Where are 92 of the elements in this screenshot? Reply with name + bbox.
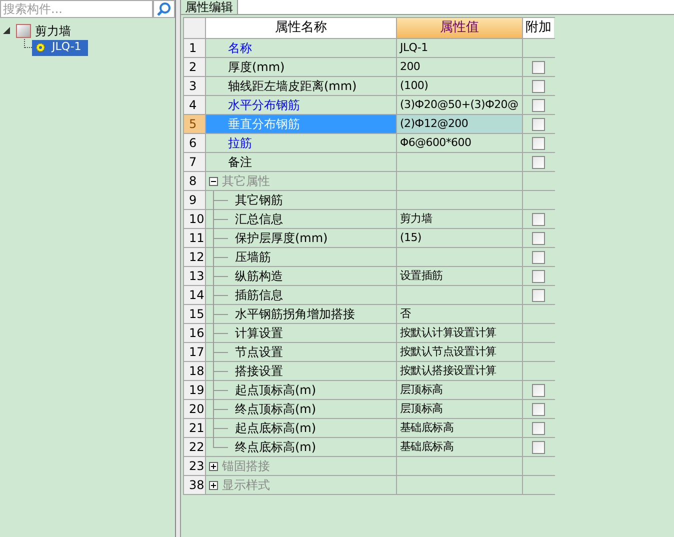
- checkbox[interactable]: [532, 440, 545, 454]
- property-value[interactable]: Φ6@600*600: [400, 134, 472, 152]
- row-number: 12: [184, 248, 206, 266]
- expand-icon[interactable]: [209, 480, 218, 490]
- row-number: 4: [184, 96, 206, 114]
- property-name: 汇总信息: [235, 211, 283, 228]
- property-name: 水平分布钢筋: [228, 97, 300, 114]
- row-number: 17: [184, 343, 206, 361]
- property-value[interactable]: (3)Ф20@50+(3)Ф20@: [400, 96, 518, 114]
- search-icon[interactable]: [153, 0, 175, 18]
- expand-icon[interactable]: [209, 462, 218, 470]
- property-name: 备注: [228, 154, 252, 171]
- checkbox[interactable]: [532, 156, 545, 168]
- row-number: 3: [184, 77, 206, 95]
- property-value[interactable]: 基础底标高: [400, 420, 454, 436]
- property-value[interactable]: 基础底标高: [400, 438, 454, 456]
- property-name: 锚固搭接: [222, 458, 270, 475]
- row-number: 13: [184, 267, 206, 285]
- property-value[interactable]: 否: [400, 306, 411, 322]
- row-number: 18: [184, 362, 206, 380]
- collapse-icon[interactable]: [209, 176, 218, 186]
- property-name: 搭接设置: [235, 363, 283, 380]
- property-name: 水平钢筋拐角增加搭接: [235, 306, 355, 323]
- column-header[interactable]: 附加: [523, 18, 554, 38]
- row-number: 19: [184, 381, 206, 399]
- property-name: 垂直分布钢筋: [228, 116, 300, 133]
- row-number: 6: [184, 134, 206, 152]
- row-number: 23: [184, 457, 206, 475]
- checkbox[interactable]: [532, 60, 545, 74]
- row-number: 10: [184, 210, 206, 228]
- row-number: 5: [184, 115, 206, 133]
- property-name: 保护层厚度(mm): [235, 230, 328, 247]
- property-value[interactable]: JLQ-1: [400, 40, 428, 56]
- property-name: 显示样式: [222, 477, 270, 494]
- row-number: 14: [184, 286, 206, 304]
- checkbox[interactable]: [532, 136, 545, 150]
- property-name: 其它属性: [222, 173, 270, 190]
- property-value[interactable]: 200: [400, 58, 420, 76]
- property-value[interactable]: 设置插筋: [400, 268, 443, 284]
- row-number: 7: [184, 153, 206, 171]
- property-name: 终点底标高(m): [235, 439, 316, 456]
- property-name: 纵筋构造: [235, 268, 283, 285]
- property-name: 计算设置: [235, 325, 283, 342]
- checkbox[interactable]: [532, 98, 545, 112]
- tree-item[interactable]: 剪力墙: [34, 22, 72, 40]
- checkbox[interactable]: [532, 212, 545, 226]
- property-name: 起点顶标高(m): [235, 382, 316, 399]
- checkbox[interactable]: [532, 384, 545, 396]
- row-number: 8: [184, 172, 206, 190]
- row-number: 22: [184, 438, 206, 456]
- checkbox[interactable]: [532, 288, 545, 302]
- property-name: 起点底标高(m): [235, 420, 316, 437]
- wall-icon: [16, 24, 31, 38]
- panel-tab[interactable]: 属性编辑: [181, 0, 238, 14]
- checkbox[interactable]: [532, 250, 545, 264]
- property-value[interactable]: 按默认搭接设置计算: [400, 362, 496, 380]
- row-number: 16: [184, 324, 206, 342]
- row-number: 20: [184, 400, 206, 418]
- property-value[interactable]: 按默认计算设置计算: [400, 324, 496, 342]
- property-name: 其它钢筋: [235, 192, 283, 209]
- property-value[interactable]: 剪力墙: [400, 210, 432, 228]
- property-value[interactable]: 层顶标高: [400, 382, 443, 398]
- property-name: 压墙筋: [235, 249, 271, 266]
- property-value[interactable]: (15): [400, 230, 422, 246]
- column-header[interactable]: 属性名称: [206, 18, 397, 38]
- property-name: 插筋信息: [235, 287, 283, 304]
- checkbox[interactable]: [532, 80, 545, 92]
- column-header[interactable]: 属性值: [397, 18, 523, 38]
- row-number: 1: [184, 39, 206, 57]
- property-name: 终点顶标高(m): [235, 401, 316, 418]
- checkbox[interactable]: [532, 270, 545, 282]
- tree-item[interactable]: JLQ-1: [32, 40, 88, 56]
- collapse-icon[interactable]: [3, 27, 10, 34]
- property-name: 拉筋: [228, 135, 252, 152]
- row-number: 9: [184, 191, 206, 209]
- property-name: 名称: [228, 40, 252, 57]
- property-value[interactable]: 按默认节点设置计算: [400, 344, 496, 360]
- property-value[interactable]: (100): [400, 78, 428, 94]
- checkbox[interactable]: [532, 402, 545, 416]
- checkbox[interactable]: [532, 232, 545, 244]
- row-number: 15: [184, 305, 206, 323]
- checkbox[interactable]: [532, 118, 545, 130]
- property-name: 节点设置: [235, 344, 283, 361]
- property-value[interactable]: 层顶标高: [400, 400, 443, 418]
- property-name: 厚度(mm): [228, 59, 285, 76]
- checkbox[interactable]: [532, 422, 545, 434]
- gear-icon: [35, 42, 46, 53]
- row-number: 21: [184, 419, 206, 437]
- row-number: 2: [184, 58, 206, 76]
- row-number: 38: [184, 476, 206, 494]
- row-number: 11: [184, 229, 206, 247]
- property-name: 轴线距左墙皮距离(mm): [228, 78, 357, 95]
